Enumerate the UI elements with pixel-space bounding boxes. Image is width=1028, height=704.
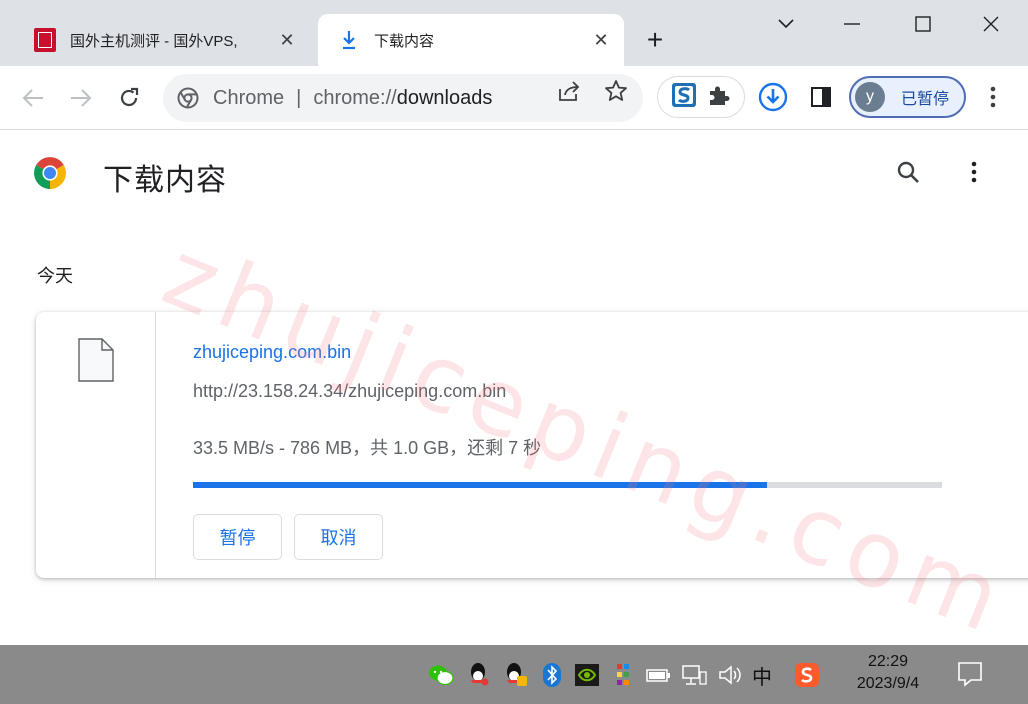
qq-message-icon[interactable] <box>502 662 528 688</box>
cancel-button[interactable]: 取消 <box>294 514 383 560</box>
omnibox-url: chrome://downloads <box>313 87 492 110</box>
download-status: 33.5 MB/s - 786 MB，共 1.0 GB，还剩 7 秒 <box>193 438 542 458</box>
ime-indicator[interactable]: 中 <box>752 661 772 690</box>
taskbar: 中 22:29 2023/9/4 <box>0 645 1028 704</box>
download-icon <box>336 27 362 53</box>
battery-plug-icon[interactable] <box>645 662 671 688</box>
tab-strip: 国外主机测评 - 国外VPS, ✕ 下载内容 ✕ + <box>0 0 1028 66</box>
chrome-site-icon <box>177 87 199 109</box>
toolbar: Chrome | chrome://downloads y 已暂停 <box>0 66 1028 130</box>
search-icon[interactable] <box>893 157 923 187</box>
color-dots-icon[interactable] <box>610 662 636 688</box>
tab-title: 国外主机测评 - 国外VPS, <box>70 32 238 50</box>
profile-button[interactable]: y 已暂停 <box>849 76 966 118</box>
omnibox-url-host: downloads <box>396 86 493 109</box>
tab-search-chevron-icon[interactable] <box>766 8 806 40</box>
omnibox-url-prefix: chrome:// <box>313 86 397 109</box>
reload-icon[interactable] <box>113 82 145 114</box>
wechat-icon[interactable] <box>428 662 454 688</box>
minimize-icon[interactable] <box>832 8 872 40</box>
tab-downloads[interactable]: 下载内容 ✕ <box>318 14 624 66</box>
download-progress-fill <box>193 482 768 488</box>
extensions-group <box>657 76 745 118</box>
omnibox-scheme: Chrome <box>213 86 285 109</box>
file-icon-column <box>36 312 156 578</box>
profile-status-label: 已暂停 <box>901 91 950 108</box>
nvidia-icon[interactable] <box>574 662 600 688</box>
avatar: y <box>855 82 885 112</box>
downloads-header: 下载内容 <box>0 131 1028 215</box>
new-tab-button[interactable]: + <box>640 26 670 56</box>
qq-icon[interactable] <box>465 662 491 688</box>
close-icon[interactable]: ✕ <box>276 29 298 51</box>
download-item-card: zhujiceping.com.bin http://23.158.24.34/… <box>36 312 1028 578</box>
downloads-icon[interactable] <box>758 82 788 112</box>
forward-icon[interactable] <box>65 82 97 114</box>
sogou-input-icon[interactable] <box>794 662 820 688</box>
share-icon[interactable] <box>556 78 582 104</box>
taskbar-clock[interactable]: 22:29 2023/9/4 <box>838 651 938 695</box>
s-extension-icon[interactable] <box>671 82 697 113</box>
clock-date: 2023/9/4 <box>856 675 920 692</box>
tab-zhujiceping[interactable]: 国外主机测评 - 国外VPS, ✕ <box>14 14 310 66</box>
browser-menu-icon[interactable] <box>980 84 1006 110</box>
chrome-logo-icon <box>34 157 66 189</box>
page-title: 下载内容 <box>103 164 227 197</box>
download-filename-link[interactable]: zhujiceping.com.bin <box>193 342 351 363</box>
file-icon <box>78 338 114 382</box>
puzzle-extensions-icon[interactable] <box>707 83 731 112</box>
close-icon[interactable]: ✕ <box>590 29 612 51</box>
download-source-url[interactable]: http://23.158.24.34/zhujiceping.com.bin <box>193 381 506 402</box>
back-icon[interactable] <box>17 82 49 114</box>
network-icon[interactable] <box>681 662 707 688</box>
date-section-label: 今天 <box>37 266 73 286</box>
download-progress-bar <box>193 482 942 488</box>
bluetooth-icon[interactable] <box>539 662 565 688</box>
volume-icon[interactable] <box>717 662 743 688</box>
notification-center-icon[interactable] <box>956 660 984 688</box>
clock-time: 22:29 <box>867 653 909 670</box>
omnibox-separator: | <box>296 86 302 109</box>
side-panel-icon[interactable] <box>808 84 834 110</box>
bookmark-star-icon[interactable] <box>603 78 629 104</box>
window-close-icon[interactable] <box>971 8 1011 40</box>
page-menu-icon[interactable] <box>959 157 989 187</box>
tab-title: 下载内容 <box>374 32 435 50</box>
pause-button[interactable]: 暂停 <box>193 514 282 560</box>
maximize-icon[interactable] <box>903 8 943 40</box>
seal-icon <box>32 27 58 53</box>
